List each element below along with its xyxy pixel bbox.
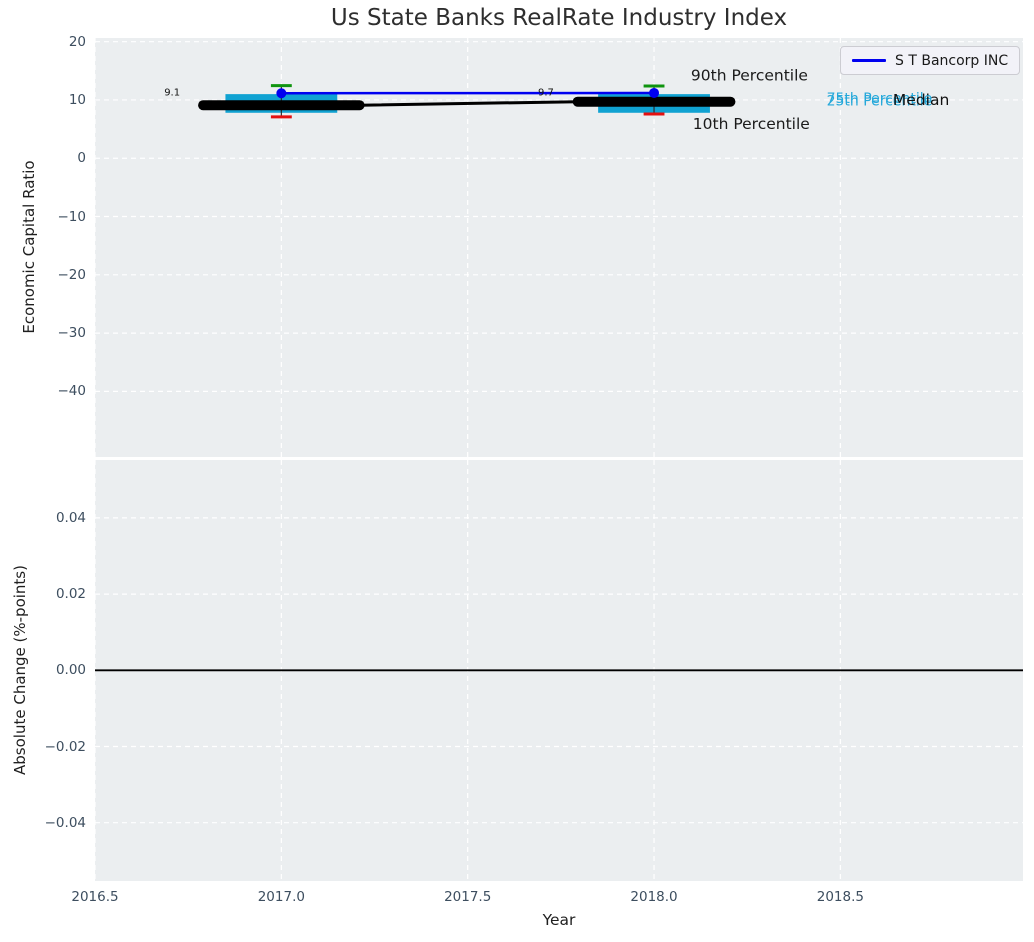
x-tick-label: 2017.0 xyxy=(236,888,326,906)
bottom-plot-canvas xyxy=(95,460,1023,881)
y-tick-label: −40 xyxy=(2,382,86,400)
y-axis-label-top: Economic Capital Ratio xyxy=(18,87,40,407)
y-tick-label: −30 xyxy=(2,324,86,342)
x-axis-label: Year xyxy=(95,911,1023,929)
x-tick-label: 2018.0 xyxy=(609,888,699,906)
y-tick-label: 0.00 xyxy=(2,661,86,679)
legend-label: S T Bancorp INC xyxy=(895,53,1008,69)
chart-annotation: Median xyxy=(893,91,949,109)
company-point xyxy=(649,88,659,98)
chart-annotation: 9.1 xyxy=(164,87,180,98)
chart-annotation: 10th Percentile xyxy=(693,115,810,133)
legend-line-icon xyxy=(852,59,886,62)
company-point xyxy=(276,88,286,98)
figure: Us State Banks RealRate Industry Index 9… xyxy=(0,0,1034,942)
x-tick-label: 2017.5 xyxy=(423,888,513,906)
y-tick-label: 20 xyxy=(2,33,86,51)
top-plot-area: 9.19.790th Percentile10th Percentile75th… xyxy=(95,38,1023,457)
y-tick-label: −20 xyxy=(2,266,86,284)
chart-title: Us State Banks RealRate Industry Index xyxy=(95,5,1023,31)
x-tick-label: 2018.5 xyxy=(795,888,885,906)
y-tick-label: −0.04 xyxy=(2,814,86,832)
y-tick-label: −10 xyxy=(2,208,86,226)
y-tick-label: 10 xyxy=(2,91,86,109)
top-plot-canvas: 9.19.790th Percentile10th Percentile75th… xyxy=(95,38,1023,457)
chart-annotation: 90th Percentile xyxy=(691,66,808,84)
y-tick-label: 0.02 xyxy=(2,585,86,603)
y-tick-label: 0.04 xyxy=(2,509,86,527)
bottom-plot-area xyxy=(95,460,1023,881)
x-tick-label: 2016.5 xyxy=(50,888,140,906)
legend: S T Bancorp INC xyxy=(840,46,1020,75)
median-line-connector xyxy=(360,102,578,105)
chart-annotation: 9.7 xyxy=(538,87,554,98)
y-tick-label: −0.02 xyxy=(2,738,86,756)
y-tick-label: 0 xyxy=(2,149,86,167)
